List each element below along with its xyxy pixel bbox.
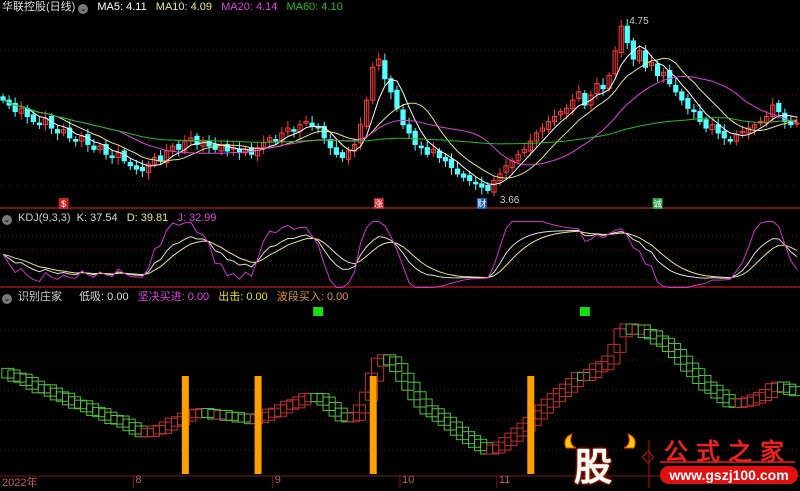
candle [691,109,697,113]
signal-marker-text: 财 [477,198,486,209]
signal-marker-text: 诚 [653,198,662,209]
signal-square [579,307,590,316]
candle [157,155,164,162]
candle [291,129,297,132]
low-price-label: 3.66 [500,195,520,206]
chevron-down-icon[interactable]: ⌄ [2,215,12,225]
candle [479,183,485,188]
time-tick: 10 [401,474,415,486]
stock-chart[interactable]: 4.75 3.66 $ 涨 财 诚 [0,0,800,488]
j-line [2,221,798,288]
k-value: K: 37.54 [76,212,118,224]
ma20-value: MA20: 4.14 [221,1,278,13]
candle [412,130,418,145]
candle [36,122,43,126]
candle [0,96,6,101]
candle [624,25,630,44]
candle [339,152,346,159]
watermark-logo: 股 公式之家 www.gszj100.com [560,430,800,489]
candle [400,109,406,126]
kdj-title: KDJ(9,3,3) [18,212,71,224]
candle [133,165,139,170]
candle [715,124,721,134]
candle [782,112,788,122]
exit-value: 出击: 0.00 [218,291,268,303]
chevron-down-icon[interactable]: ⌄ [78,4,89,14]
buy-signal-bar [369,376,377,474]
chevron-down-icon[interactable]: ⌄ [2,294,12,304]
candle [109,155,115,159]
time-tick: 9 [274,474,281,486]
candle [30,114,36,122]
candle [794,122,800,125]
candle [467,175,473,182]
candle [473,181,479,185]
candle [418,145,424,149]
time-tick: 11 [498,474,511,486]
signal-marker-text: $ [61,199,66,209]
candle [697,111,703,122]
candle [91,145,97,150]
main-header: 华联控股(日线) ⌄ MA5: 4.11 MA10: 4.09 MA20: 4.1… [2,0,349,14]
candle [85,134,91,145]
candle [406,124,412,134]
candle [273,139,279,142]
kdj-header: ⌄ KDJ(9,3,3) K: 37.54 D: 39.81 J: 32.99 [2,211,222,225]
candle [73,139,79,142]
candle [424,147,430,155]
firm-buy-value: 坚决买进: 0.00 [137,291,210,303]
signal-marker-text: 涨 [374,199,383,209]
candle [703,119,709,129]
candle [454,168,461,175]
watermark-name: 公式之家 [664,439,792,466]
candle [382,60,388,80]
candle [461,173,467,178]
buy-signal-bar [527,376,535,474]
low-buy-value: 低吸: 0.00 [79,291,129,303]
ma60-value: MA60: 4.10 [286,1,343,13]
d-value: D: 39.81 [126,212,169,224]
ma10-value: MA10: 4.09 [155,1,213,13]
candle [394,89,400,109]
indicator-title: 识别庄家 [18,291,62,303]
stock-title: 华联控股(日线) [2,1,76,13]
candle [776,102,782,113]
indicator-header: ⌄ 识别庄家 低吸: 0.00 坚决买进: 0.00 出击: 0.00 波段买入:… [2,290,354,304]
candle [333,147,339,155]
time-tick: 8 [135,474,142,486]
candle [654,63,661,76]
ma5-value: MA5: 4.11 [97,1,147,13]
candle [600,84,606,90]
candle [442,157,449,162]
signal-square [313,307,324,316]
candle [139,166,146,172]
d-line [2,230,798,279]
buy-signal-bar [181,376,189,474]
candle [679,91,685,101]
candle [685,97,691,109]
j-value: J: 32.99 [177,212,217,224]
k-line [2,229,798,279]
watermark-icon: 股 [574,447,613,489]
candle [121,150,127,162]
watermark-url: www.gszj100.com [669,467,789,483]
candle [727,139,733,142]
buy-signal-bar [254,376,262,474]
candle [448,158,455,168]
candle [127,161,133,167]
candle [721,130,727,139]
candle [673,84,679,93]
ma5-line [2,45,798,186]
candle [176,143,182,150]
candle [54,129,61,134]
high-price-label: 4.75 [629,16,649,27]
candle [485,184,491,191]
wave-buy-value: 波段买入: 0.00 [276,291,349,303]
